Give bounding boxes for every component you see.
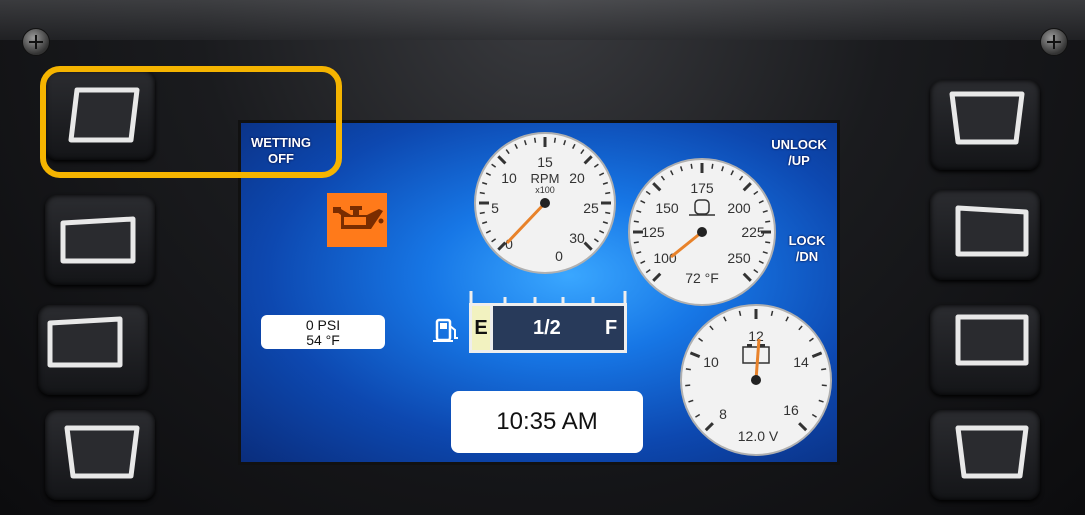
volt-tick-8: 8 [719,406,727,422]
temp-tick-225: 225 [741,224,765,240]
tach-label: RPM [531,171,560,186]
gauge-tick [479,191,485,195]
gauge-tick [605,211,611,215]
tach-tick-10: 10 [501,170,517,186]
oil-temp-value: 54 °F [306,332,340,348]
softkey-right-1[interactable] [930,80,1040,170]
fuel-level-text: 1/2 [533,317,561,339]
gauge-tick [711,163,714,169]
fuel-full-label: F [605,317,618,339]
temp-tick-150: 150 [655,200,679,216]
gauge-tick [633,220,639,223]
fuel-empty-label: E [469,303,493,353]
gauge-tick [533,137,537,143]
softkey-right-2[interactable] [930,190,1040,280]
right-screw-icon [1040,28,1068,56]
tach-tick-25: 25 [583,200,599,216]
volt-tick-16: 16 [783,402,799,418]
tach-tick-30: 30 [569,230,585,246]
tachometer-gauge: 15 10 RPM 20 x100 5 25 0 30 0 [474,132,616,274]
volt-tick-10: 10 [703,354,719,370]
tach-tick-15: 15 [537,154,553,170]
temp-tick-175: 175 [690,180,714,196]
tach-tick-5: 5 [491,200,499,216]
lock-label-line2: /DN [795,249,819,264]
tach-multiplier: x100 [535,185,555,195]
temp-readout: 72 °F [685,270,719,286]
gauge-tick [633,241,639,244]
temp-tick-250: 250 [727,250,751,266]
temp-tick-200: 200 [727,200,751,216]
softkey-left-4[interactable] [45,410,155,500]
tach-tick-20: 20 [569,170,585,186]
pressure-value: 0 PSI [305,317,341,333]
temp-hub [697,227,707,237]
gauge-tick [685,368,691,371]
bezel-top-edge [0,0,1085,40]
gauge-tick [690,163,693,169]
temp-tick-125: 125 [641,224,665,240]
tach-hub [540,198,550,208]
fuel-pump-icon [433,318,458,342]
volt-hub [751,375,761,385]
gauge-tick [821,368,827,371]
fuel-gauge: E 1/2 F [469,291,627,355]
softkey-right-3[interactable] [930,305,1040,395]
oil-warning [327,193,387,247]
highlight-box [40,66,342,178]
fuel-level-bar: 1/2 F [493,303,627,353]
volt-tick-14: 14 [793,354,809,370]
gauge-tick [605,191,611,195]
tach-tick-0-end: 0 [555,248,563,264]
volt-readout: 12.0 V [738,428,779,444]
gauge-tick [765,220,771,223]
oil-can-icon [333,206,384,229]
softkey-left-2[interactable] [45,195,155,285]
gauge-tick [553,137,557,143]
gauge-tick [765,241,771,244]
left-screw-icon [22,28,50,56]
softkey-left-3[interactable] [38,305,148,395]
volt-tick-12: 12 [748,328,764,344]
lock-label-line1: LOCK [788,233,826,248]
lock-dn-label[interactable]: LOCK /DN [777,233,837,265]
temp-tick-100: 100 [653,250,677,266]
softkey-right-4[interactable] [930,410,1040,500]
unlock-label-line1: UNLOCK [771,137,827,152]
temperature-gauge: 175 150 200 125 225 100 250 72 °F [628,158,776,306]
voltmeter-gauge: 12 10 14 8 16 12.0 V [680,304,832,456]
gauge-tick [479,211,485,215]
clock-display: 10:35 AM [451,391,643,453]
pressure-readout: 0 PSI 54 °F [261,315,385,349]
